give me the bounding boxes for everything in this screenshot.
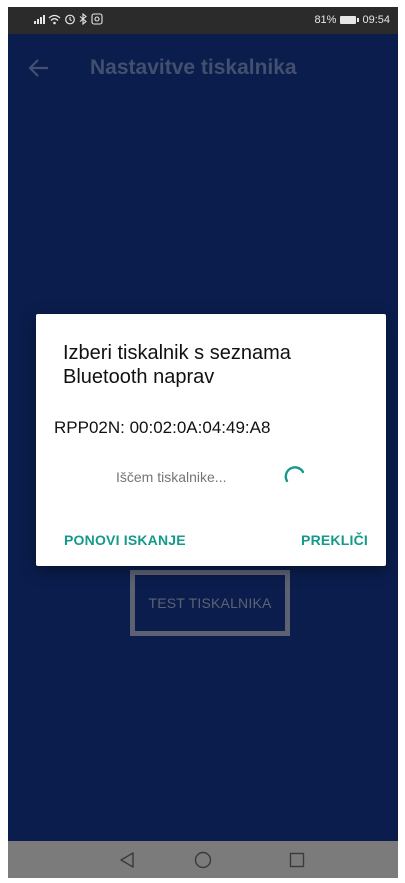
battery-percent: 81% [314, 14, 337, 26]
test-printer-button[interactable]: TEST TISKALNIKA [130, 570, 290, 636]
battery-icon [340, 16, 360, 24]
dialog-title: Izberi tiskalnik s seznama Bluetooth nap… [63, 342, 291, 388]
circle-home-icon[interactable] [194, 851, 212, 869]
triangle-back-icon[interactable] [118, 851, 136, 869]
arrow-left-icon[interactable] [28, 57, 50, 79]
signal-icon [34, 14, 45, 24]
retry-search-button[interactable]: PONOVI ISKANJE [64, 532, 186, 548]
status-icons-right: 81% 09:54 [314, 14, 390, 26]
phone-screen: 81% 09:54 Nastavitve tiskalnika TEST TIS… [8, 7, 398, 878]
nfc-icon [91, 13, 103, 25]
app-bar: Nastavitve tiskalnika [8, 34, 398, 104]
clock: 09:54 [362, 14, 390, 26]
printer-select-dialog: Izberi tiskalnik s seznama Bluetooth nap… [36, 314, 386, 566]
cancel-button[interactable]: PREKLIČI [301, 532, 368, 548]
page-title: Nastavitve tiskalnika [90, 56, 297, 79]
wifi-icon [48, 14, 61, 24]
square-recent-icon[interactable] [289, 852, 305, 868]
searching-status: Iščem tiskalnike... [116, 469, 227, 485]
status-bar: 81% 09:54 [8, 7, 398, 34]
navigation-bar [8, 841, 398, 878]
loading-spinner-icon [284, 466, 305, 483]
device-list-item[interactable]: RPP02N: 00:02:0A:04:49:A8 [54, 418, 270, 438]
status-icons-left [34, 13, 103, 25]
alarm-icon [65, 14, 75, 25]
bluetooth-icon [79, 13, 87, 25]
